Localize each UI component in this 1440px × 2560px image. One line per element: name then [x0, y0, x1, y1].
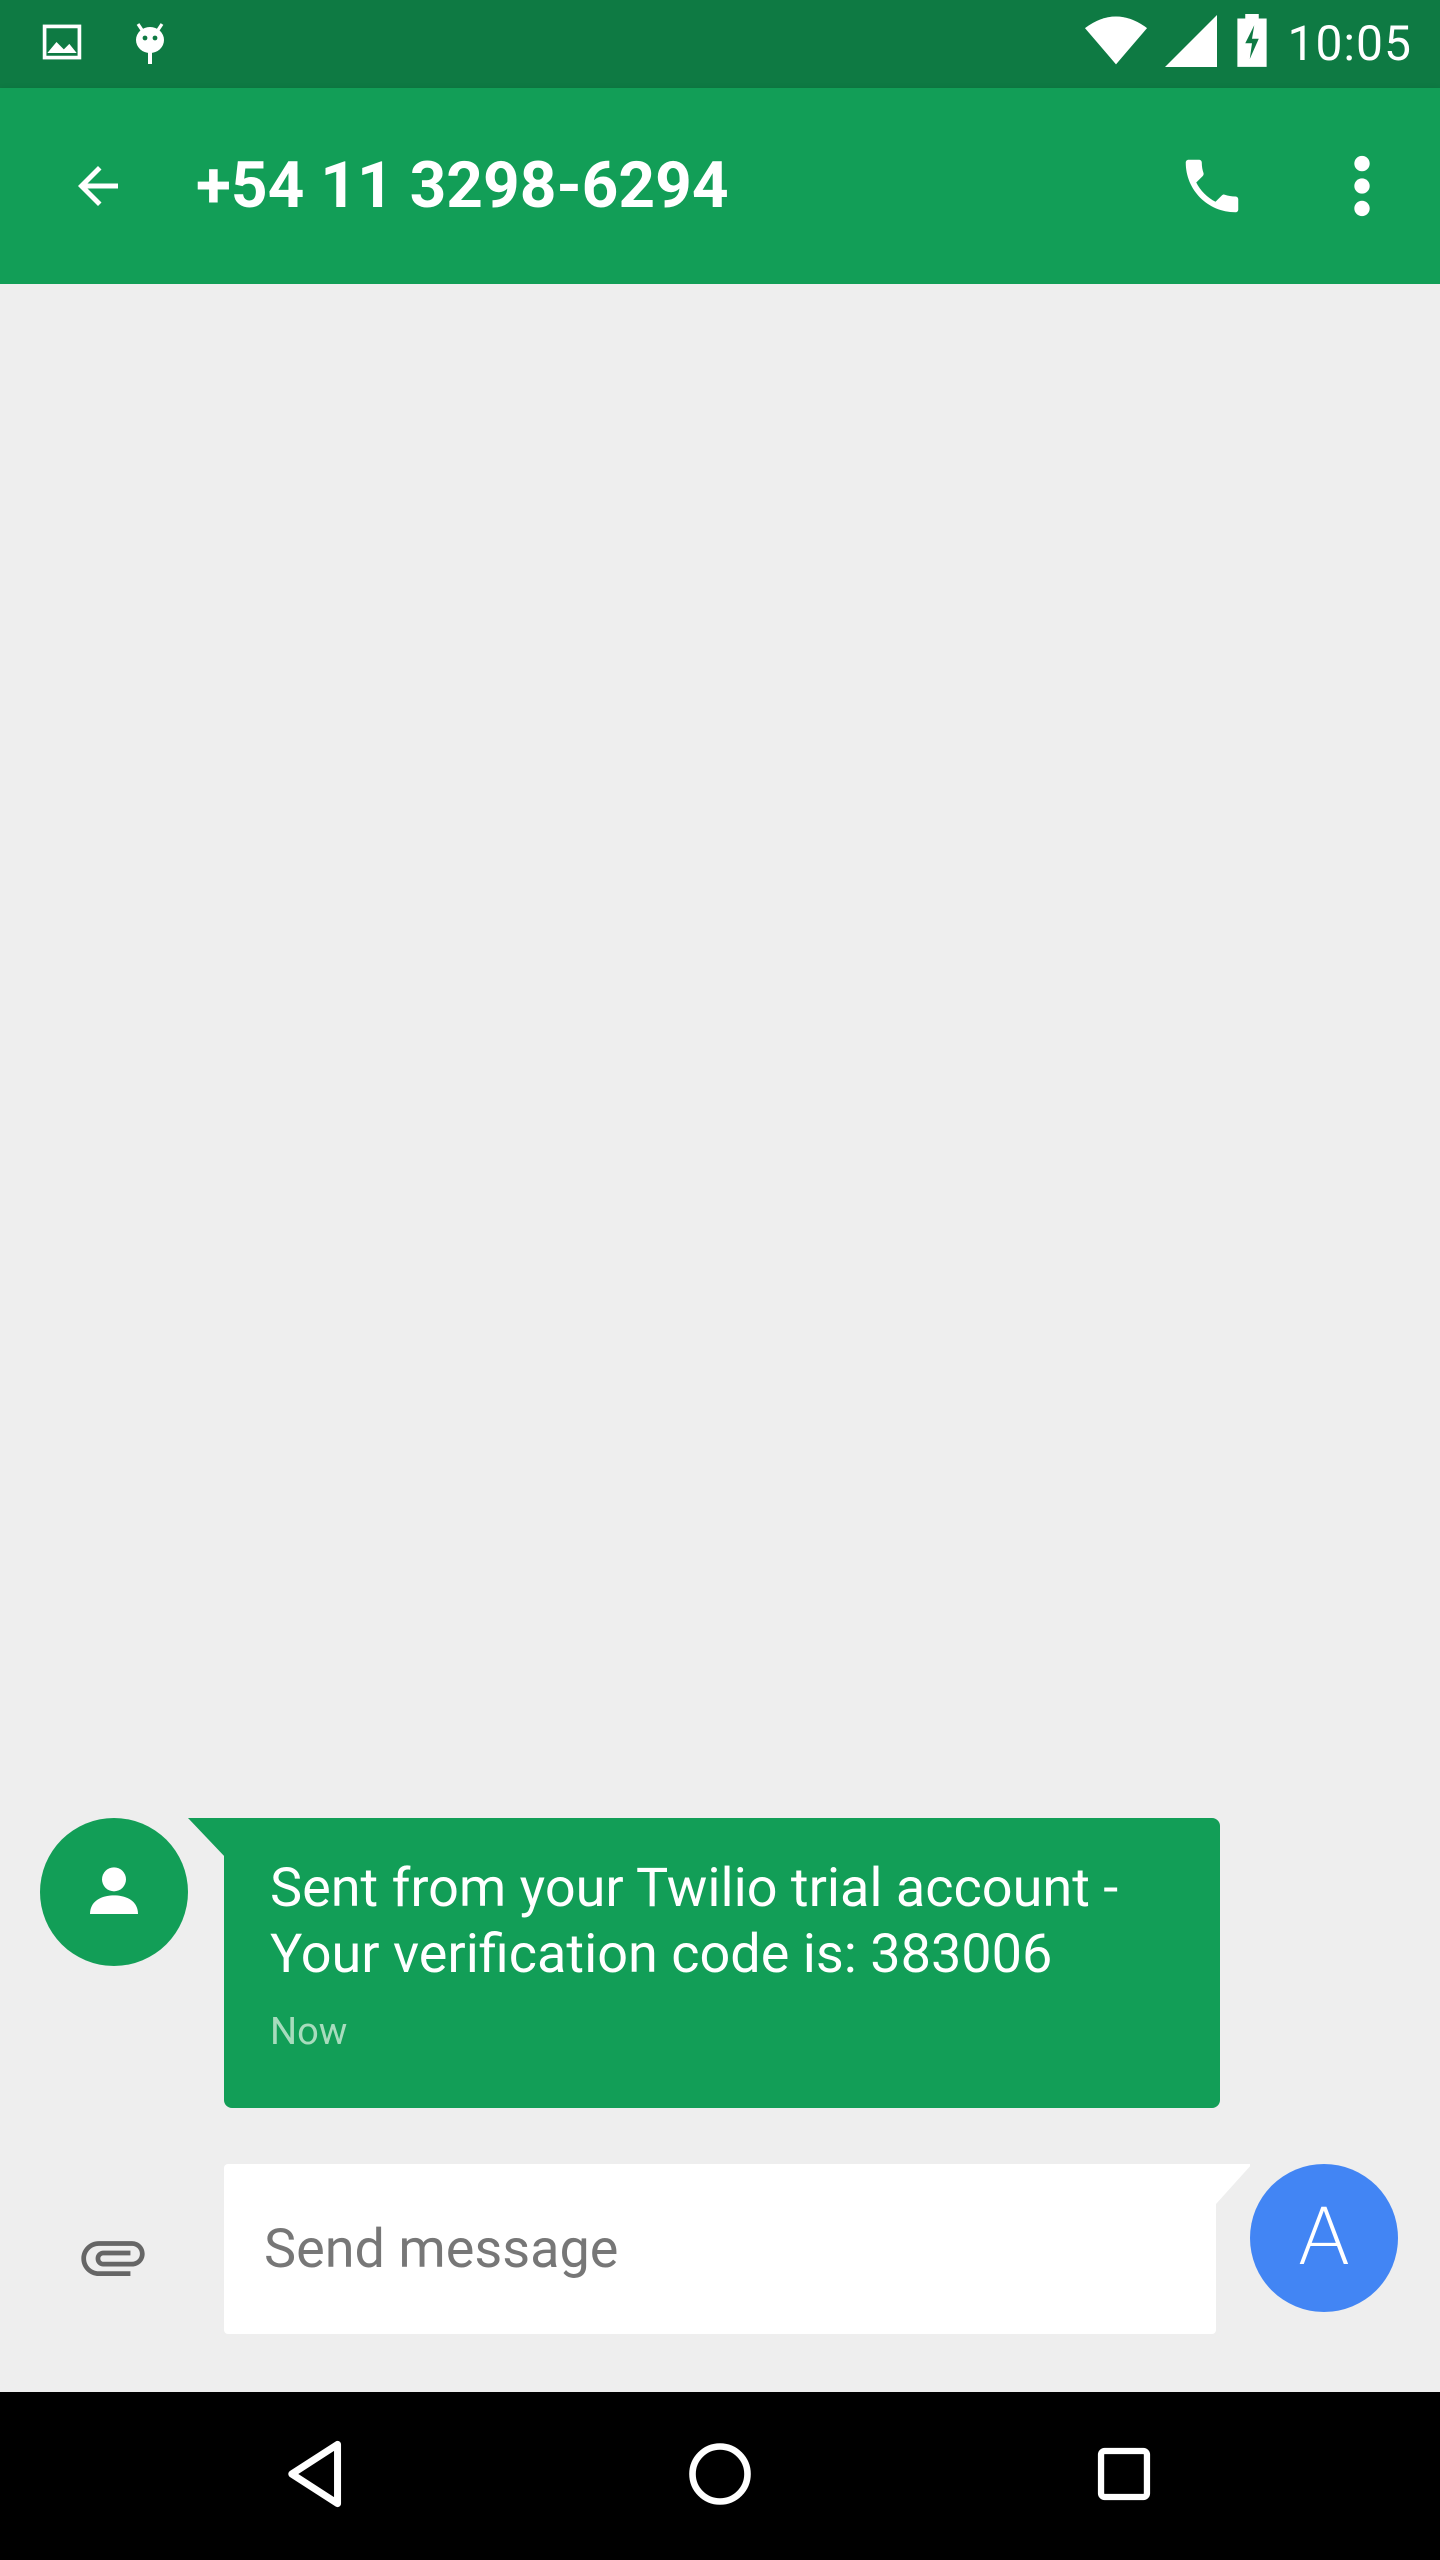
message-text: Sent from your Twilio trial account - Yo… [270, 1856, 1176, 1988]
back-arrow-icon [68, 156, 128, 220]
compose-tail [1216, 2164, 1250, 2204]
android-debug-icon [130, 18, 170, 70]
status-left-icons [40, 18, 170, 70]
call-button[interactable] [1172, 148, 1252, 228]
paperclip-icon [75, 2219, 151, 2299]
recents-square-icon [1095, 2445, 1153, 2507]
message-text-line-2: Your verification code is: 383006 [270, 1923, 1053, 1986]
nav-back-button[interactable] [276, 2436, 356, 2516]
phone-icon [1177, 151, 1247, 225]
send-button[interactable]: A [1250, 2164, 1398, 2312]
attach-button[interactable] [70, 2216, 156, 2302]
message-bubble[interactable]: Sent from your Twilio trial account - Yo… [224, 1818, 1220, 2108]
bubble-tail [188, 1818, 226, 1858]
status-right-icons: 10:05 [1085, 14, 1412, 72]
more-vert-icon [1352, 154, 1372, 222]
status-time: 10:05 [1287, 14, 1412, 72]
message-input[interactable] [264, 2209, 1164, 2289]
app-bar: +54 11 3298-6294 [0, 88, 1440, 284]
home-circle-icon [687, 2441, 753, 2511]
back-triangle-icon [283, 2439, 349, 2513]
send-label: A [1297, 2193, 1351, 2283]
back-button[interactable] [58, 148, 138, 228]
navigation-bar [0, 2392, 1440, 2560]
image-notification-icon [40, 20, 84, 68]
message-text-line-1: Sent from your Twilio trial account - [270, 1857, 1119, 1920]
nav-recents-button[interactable] [1084, 2436, 1164, 2516]
compose-box[interactable] [224, 2164, 1216, 2334]
conversation-title: +54 11 3298-6294 [196, 148, 729, 223]
message-timestamp: Now [270, 2010, 348, 2054]
nav-home-button[interactable] [680, 2436, 760, 2516]
wifi-icon [1085, 15, 1148, 71]
battery-charging-icon [1235, 14, 1269, 72]
status-bar: 10:05 [0, 0, 1440, 88]
contact-avatar[interactable] [40, 1818, 188, 1966]
more-options-button[interactable] [1322, 148, 1402, 228]
person-icon [82, 1858, 146, 1926]
cell-signal-icon [1165, 15, 1218, 71]
